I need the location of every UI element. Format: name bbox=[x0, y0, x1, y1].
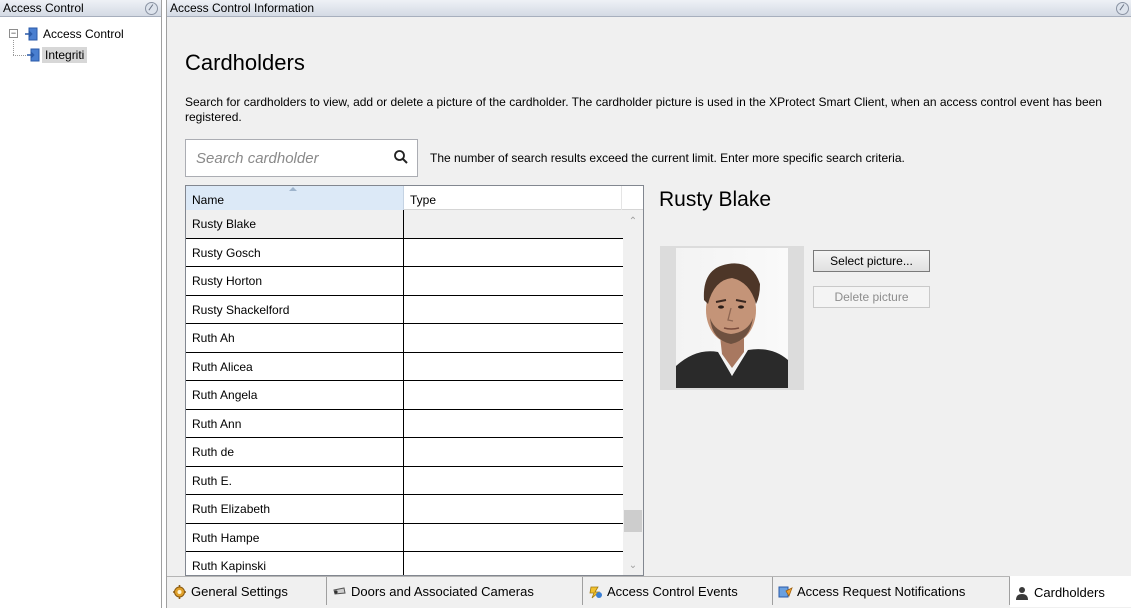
main-pane: Access Control Information Cardholders S… bbox=[166, 0, 1131, 608]
cell-name: Ruth Hampe bbox=[186, 523, 404, 552]
navigation-pane-title: Access Control bbox=[3, 1, 84, 15]
table-row[interactable]: Ruth Alicea bbox=[186, 352, 623, 381]
cell-name: Rusty Gosch bbox=[186, 238, 404, 267]
bottom-tab-bar: General Settings Doors and Associated Ca… bbox=[167, 576, 1131, 608]
tab-cardholders[interactable]: Cardholders bbox=[1010, 576, 1131, 607]
table-row[interactable]: Ruth Hampe bbox=[186, 523, 623, 552]
cell-type bbox=[404, 324, 623, 352]
column-header-label: Type bbox=[410, 193, 437, 207]
cardholder-picture bbox=[660, 246, 804, 390]
search-icon[interactable] bbox=[393, 149, 409, 165]
tab-doors-and-associated-cameras[interactable]: Doors and Associated Cameras bbox=[327, 577, 583, 605]
cell-name: Rusty Horton bbox=[186, 267, 404, 295]
cell-name: Ruth Angela bbox=[186, 381, 404, 409]
scrollbar-thumb[interactable] bbox=[624, 510, 642, 532]
search-box[interactable] bbox=[185, 139, 418, 177]
page-description: Search for cardholders to view, add or d… bbox=[185, 95, 1102, 124]
page-title: Cardholders bbox=[185, 50, 305, 75]
cell-type bbox=[404, 381, 623, 409]
vertical-scrollbar[interactable]: ⌃ ⌄ bbox=[623, 210, 643, 575]
table-row[interactable]: Ruth Kapinski bbox=[186, 552, 623, 575]
grid-rows: Rusty Blake Rusty Gosch Rusty Horton Rusty … bbox=[186, 210, 623, 575]
tab-label: Cardholders bbox=[1034, 585, 1105, 600]
search-limit-notice: The number of search results exceed the … bbox=[430, 151, 905, 165]
cell-type bbox=[404, 467, 623, 495]
navigation-pane-header: Access Control bbox=[0, 0, 161, 17]
table-row[interactable]: Rusty Gosch bbox=[186, 238, 623, 267]
tab-label: Doors and Associated Cameras bbox=[351, 584, 534, 599]
cell-name: Ruth Kapinski bbox=[186, 552, 404, 575]
main-pane-header: Access Control Information bbox=[167, 0, 1131, 17]
column-header-label: Name bbox=[192, 193, 225, 207]
delete-picture-button[interactable]: Delete picture bbox=[813, 286, 930, 308]
cell-name: Ruth Ah bbox=[186, 324, 404, 352]
cell-name: Ruth de bbox=[186, 438, 404, 466]
notification-icon bbox=[778, 586, 793, 598]
table-row[interactable]: Rusty Shackelford bbox=[186, 295, 623, 324]
person-icon bbox=[1016, 587, 1028, 600]
cell-type bbox=[404, 353, 623, 381]
column-header-name[interactable]: Name bbox=[186, 186, 404, 210]
cell-name: Ruth Alicea bbox=[186, 352, 404, 381]
content-area: Cardholders Search for cardholders to vi… bbox=[167, 18, 1131, 576]
cell-name: Ruth E. bbox=[186, 466, 404, 495]
cell-type bbox=[404, 495, 623, 523]
tab-label: Access Request Notifications bbox=[797, 584, 966, 599]
cell-type bbox=[404, 239, 623, 267]
table-row[interactable]: Rusty Blake bbox=[186, 210, 623, 239]
sort-ascending-icon bbox=[289, 187, 297, 191]
cell-type bbox=[404, 296, 623, 324]
access-control-icon bbox=[25, 27, 38, 41]
tab-access-control-events[interactable]: Access Control Events bbox=[583, 577, 773, 605]
table-row[interactable]: Ruth Angela bbox=[186, 381, 623, 410]
table-row[interactable]: Ruth E. bbox=[186, 466, 623, 495]
table-row[interactable]: Rusty Horton bbox=[186, 267, 623, 296]
table-row[interactable]: Ruth Ann bbox=[186, 409, 623, 438]
cardholder-grid[interactable]: Name Type Rusty Blake Rusty Gosch Rusty Ho… bbox=[185, 185, 644, 576]
gear-icon bbox=[173, 585, 186, 599]
scroll-up-icon[interactable]: ⌃ bbox=[623, 213, 643, 231]
pin-icon[interactable] bbox=[145, 2, 158, 15]
cell-type bbox=[404, 267, 623, 295]
grid-header: Name Type bbox=[186, 186, 643, 210]
select-picture-button[interactable]: Select picture... bbox=[813, 250, 930, 272]
main-pane-title: Access Control Information bbox=[170, 1, 315, 15]
scroll-down-icon[interactable]: ⌄ bbox=[623, 557, 643, 575]
column-header-type[interactable]: Type bbox=[404, 186, 622, 210]
tree-item-label: Integriti bbox=[42, 47, 88, 63]
cell-name: Rusty Shackelford bbox=[186, 295, 404, 324]
cell-name: Ruth Ann bbox=[186, 409, 404, 438]
table-row[interactable]: Ruth Elizabeth bbox=[186, 495, 623, 524]
pin-icon[interactable] bbox=[1116, 2, 1129, 15]
tree-item-access-control[interactable]: − Access Control bbox=[0, 26, 160, 42]
access-control-icon bbox=[27, 48, 40, 62]
tab-label: Access Control Events bbox=[607, 584, 738, 599]
tree-item-label: Access Control bbox=[43, 27, 124, 41]
cell-type bbox=[404, 524, 623, 552]
cell-name: Rusty Blake bbox=[186, 210, 404, 238]
cardholder-photo-image bbox=[676, 248, 788, 388]
navigation-pane: Access Control − Access Control Integrit… bbox=[0, 0, 162, 608]
table-row[interactable]: Ruth de bbox=[186, 438, 623, 467]
tab-label: General Settings bbox=[191, 584, 288, 599]
cell-name: Ruth Elizabeth bbox=[186, 495, 404, 523]
cell-type bbox=[404, 552, 623, 575]
search-input[interactable] bbox=[196, 140, 386, 176]
tab-access-request-notifications[interactable]: Access Request Notifications bbox=[773, 577, 1010, 605]
collapse-icon[interactable]: − bbox=[9, 29, 18, 38]
cell-type bbox=[404, 410, 623, 438]
tree-item-integriti[interactable]: Integriti bbox=[0, 47, 160, 63]
tab-general-settings[interactable]: General Settings bbox=[167, 577, 327, 605]
cell-type bbox=[404, 210, 623, 238]
cardholder-name-heading: Rusty Blake bbox=[659, 188, 772, 211]
camera-icon bbox=[333, 587, 346, 595]
table-row[interactable]: Ruth Ah bbox=[186, 324, 623, 353]
cell-type bbox=[404, 438, 623, 466]
event-icon bbox=[589, 586, 602, 599]
